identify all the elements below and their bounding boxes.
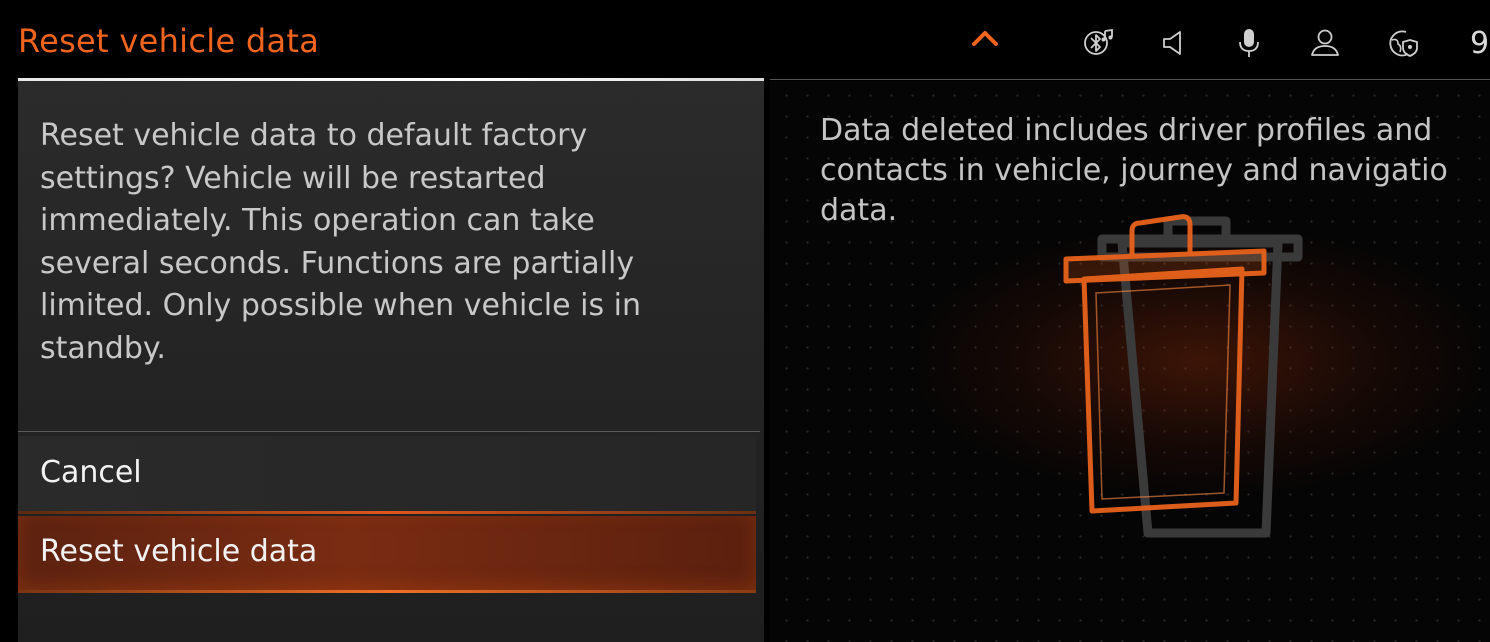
reset-vehicle-data-screen: Reset vehicle data 9 Reset vehicle data … xyxy=(0,0,1490,642)
description-line: Data deleted includes driver profiles an… xyxy=(820,113,1433,148)
top-bar: Reset vehicle data 9 xyxy=(0,0,1490,81)
reset-vehicle-data-button[interactable]: Reset vehicle data xyxy=(18,516,756,593)
message-divider xyxy=(18,431,760,432)
page-title: Reset vehicle data xyxy=(18,22,320,60)
microphone-icon[interactable] xyxy=(1232,26,1266,60)
deleted-data-description: Data deleted includes driver profiles an… xyxy=(820,111,1490,231)
trash-can-icon xyxy=(1063,214,1303,538)
message-line: limited. Only possible when vehicle is i… xyxy=(40,288,641,323)
description-line: contacts in vehicle, journey and navigat… xyxy=(820,153,1448,188)
header-divider xyxy=(770,79,1490,80)
confirmation-message: Reset vehicle data to default factory se… xyxy=(40,115,740,370)
message-line: settings? Vehicle will be restarted xyxy=(40,160,546,196)
description-line: data. xyxy=(820,193,898,228)
reset-dialog-panel: Reset vehicle data to default factory se… xyxy=(18,81,764,642)
cancel-button[interactable]: Cancel xyxy=(18,436,756,514)
reset-button-label: Reset vehicle data xyxy=(40,534,318,569)
user-profile-icon[interactable] xyxy=(1308,26,1342,60)
message-line: immediately. This operation can take xyxy=(40,203,595,238)
message-line: several seconds. Functions are partially xyxy=(40,245,635,281)
chevron-up-icon[interactable] xyxy=(970,28,1000,48)
connectivity-globe-icon[interactable] xyxy=(1386,26,1420,60)
speaker-icon[interactable] xyxy=(1158,26,1192,60)
clock-time: 9 xyxy=(1470,26,1490,61)
bluetooth-audio-icon[interactable] xyxy=(1082,26,1116,60)
message-line: standby. xyxy=(40,330,166,366)
cancel-button-label: Cancel xyxy=(40,455,142,490)
message-line: Reset vehicle data to default factory xyxy=(40,118,588,153)
info-panel: Data deleted includes driver profiles an… xyxy=(770,81,1490,642)
